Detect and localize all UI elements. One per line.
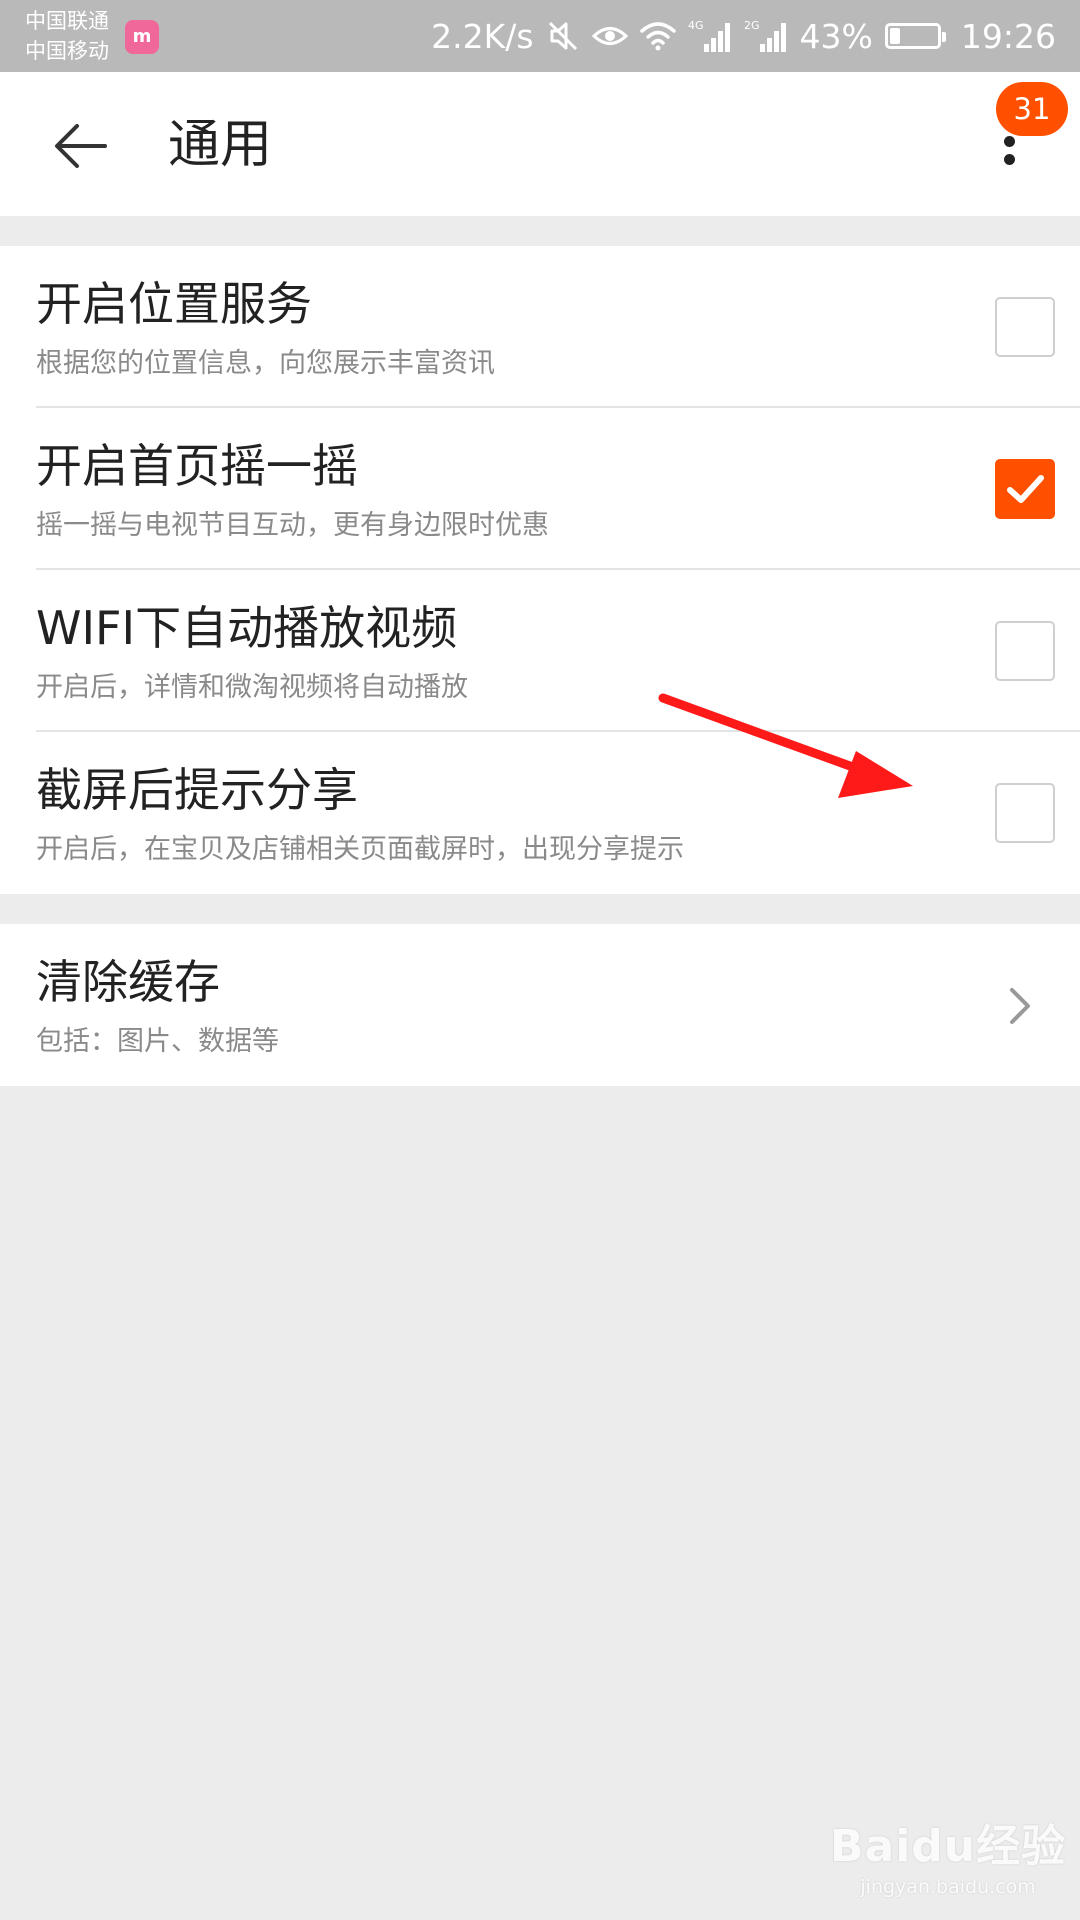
battery-fill [889, 28, 900, 44]
signal-2g-icon: 2G [744, 18, 788, 54]
location-checkbox[interactable] [995, 297, 1055, 357]
carrier-2: 中国移动 [25, 39, 109, 63]
settings-toggle-group: 开启位置服务 根据您的位置信息，向您展示丰富资讯 开启首页摇一摇 摇一摇与电视节… [0, 246, 1080, 894]
page-title: 通用 [168, 115, 273, 175]
setting-subtitle: 开启后，详情和微淘视频将自动播放 [36, 672, 468, 703]
notification-count-badge[interactable]: 31 [996, 82, 1068, 136]
setting-subtitle: 根据您的位置信息，向您展示丰富资讯 [36, 348, 495, 379]
check-icon [1007, 475, 1044, 503]
setting-subtitle: 包括：图片、数据等 [36, 1026, 279, 1057]
settings-cache-group: 清除缓存 包括：图片、数据等 [0, 924, 1080, 1086]
setting-row-screenshot-share[interactable]: 截屏后提示分享 开启后，在宝贝及店铺相关页面截屏时，出现分享提示 [0, 732, 1080, 894]
battery-icon [884, 23, 946, 49]
setting-title: 清除缓存 [36, 955, 220, 1009]
watermark-url: jingyan.baidu.com [860, 1876, 1036, 1898]
app-notification-icon: m [125, 20, 159, 54]
more-dot-icon [1004, 154, 1015, 165]
back-button[interactable] [45, 110, 117, 182]
clock: 19:26 [960, 16, 1056, 56]
setting-row-clear-cache[interactable]: 清除缓存 包括：图片、数据等 [0, 924, 1080, 1086]
watermark-logo: Baidu经验 [830, 1821, 1067, 1872]
carrier-1: 中国联通 [25, 9, 109, 33]
signal-4g-icon: 4G [688, 18, 732, 54]
network-speed: 2.2K/s [431, 16, 534, 56]
setting-row-location[interactable]: 开启位置服务 根据您的位置信息，向您展示丰富资讯 [0, 246, 1080, 408]
mute-icon [546, 19, 580, 53]
eye-icon [591, 21, 628, 51]
carrier-names: 中国联通 中国移动 [25, 6, 109, 66]
setting-row-shake[interactable]: 开启首页摇一摇 摇一摇与电视节目互动，更有身边限时优惠 [0, 408, 1080, 570]
app-bar: 通用 [0, 72, 1080, 216]
signal-2g-label: 2G [744, 19, 760, 32]
more-options-button[interactable] [980, 134, 1040, 214]
signal-4g-label: 4G [688, 19, 704, 32]
setting-title: 截屏后提示分享 [36, 763, 358, 817]
more-dot-icon [1004, 136, 1015, 147]
setting-title: WIFI下自动播放视频 [36, 601, 458, 655]
back-arrow-icon [55, 124, 107, 168]
setting-subtitle: 摇一摇与电视节目互动，更有身边限时优惠 [36, 510, 549, 541]
status-right: 2.2K/s 4G 2G 43% 19:26 [431, 0, 1056, 72]
setting-title: 开启位置服务 [36, 277, 312, 331]
screenshot-share-checkbox[interactable] [995, 783, 1055, 843]
chevron-right-icon [1000, 982, 1040, 1030]
shake-checkbox[interactable] [995, 459, 1055, 519]
setting-row-wifi-autoplay[interactable]: WIFI下自动播放视频 开启后，详情和微淘视频将自动播放 [0, 570, 1080, 732]
wifi-icon [639, 21, 676, 51]
baidu-watermark: Baidu经验 jingyan.baidu.com [830, 1810, 1066, 1898]
setting-subtitle: 开启后，在宝贝及店铺相关页面截屏时，出现分享提示 [36, 834, 684, 865]
setting-title: 开启首页摇一摇 [36, 439, 358, 493]
status-bar: 中国联通 中国移动 m 2.2K/s 4G 2G 43% 19:26 [0, 0, 1080, 72]
battery-percent: 43% [799, 16, 873, 56]
wifi-autoplay-checkbox[interactable] [995, 621, 1055, 681]
